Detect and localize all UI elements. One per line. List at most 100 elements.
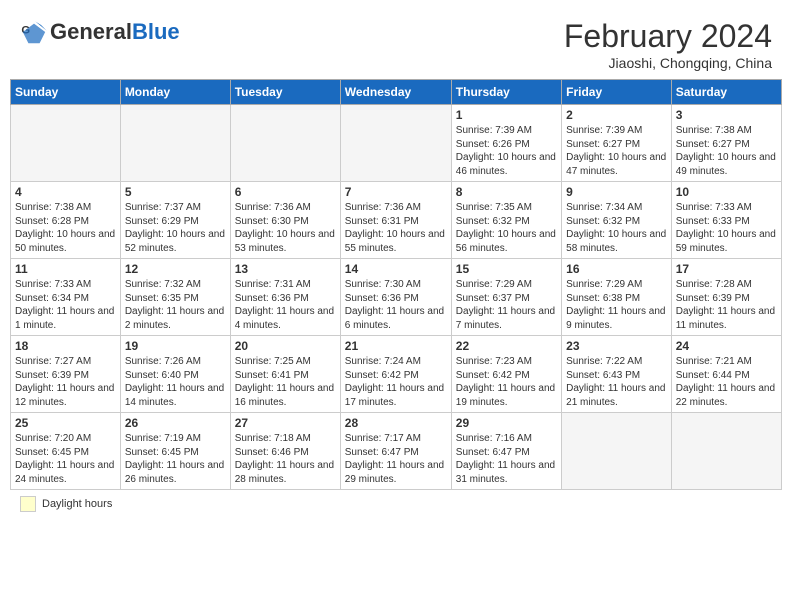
legend-label: Daylight hours — [42, 498, 112, 510]
calendar-cell: 9 Sunrise: 7:34 AM Sunset: 6:32 PM Daylig… — [562, 182, 672, 259]
calendar-cell: 8 Sunrise: 7:35 AM Sunset: 6:32 PM Daylig… — [451, 182, 561, 259]
day-number: 11 — [15, 262, 116, 276]
day-info: Sunrise: 7:37 AM Sunset: 6:29 PM Dayligh… — [125, 201, 226, 255]
calendar-cell: 10Sunrise: 7:33 AM Sunset: 6:33 PM Dayli… — [671, 182, 781, 259]
day-number: 19 — [125, 339, 226, 353]
calendar-cell — [11, 105, 121, 182]
calendar-cell: 17Sunrise: 7:28 AM Sunset: 6:39 PM Dayli… — [671, 259, 781, 336]
calendar-cell: 13 Sunrise: 7:31 AM Sunset: 6:36 PM Dayli… — [230, 259, 340, 336]
day-number: 15 — [456, 262, 557, 276]
day-number: 23 — [566, 339, 667, 353]
calendar-cell: 18 Sunrise: 7:27 AM Sunset: 6:39 PM Dayli… — [11, 336, 121, 413]
day-info: Sunrise: 7:29 AM Sunset: 6:37 PM Dayligh… — [456, 278, 557, 332]
day-number: 14 — [345, 262, 447, 276]
weekday-header-cell: Sunday — [11, 80, 121, 105]
calendar-row: 11 Sunrise: 7:33 AM Sunset: 6:34 PM Dayli… — [11, 259, 782, 336]
day-info: Sunrise: 7:22 AM Sunset: 6:43 PM Dayligh… — [566, 355, 667, 409]
day-info: Sunrise: 7:26 AM Sunset: 6:40 PM Dayligh… — [125, 355, 226, 409]
day-info: Sunrise: 7:29 AM Sunset: 6:38 PM Dayligh… — [566, 278, 667, 332]
title-area: February 2024 Jiaoshi, Chongqing, China — [564, 18, 772, 71]
calendar-cell — [120, 105, 230, 182]
day-info: Sunrise: 7:23 AM Sunset: 6:42 PM Dayligh… — [456, 355, 557, 409]
calendar-row: 18 Sunrise: 7:27 AM Sunset: 6:39 PM Dayli… — [11, 336, 782, 413]
calendar-cell: 23 Sunrise: 7:22 AM Sunset: 6:43 PM Dayli… — [562, 336, 672, 413]
day-number: 26 — [125, 416, 226, 430]
day-number: 27 — [235, 416, 336, 430]
calendar-cell: 16 Sunrise: 7:29 AM Sunset: 6:38 PM Dayli… — [562, 259, 672, 336]
day-info: Sunrise: 7:31 AM Sunset: 6:36 PM Dayligh… — [235, 278, 336, 332]
calendar-cell: 7 Sunrise: 7:36 AM Sunset: 6:31 PM Daylig… — [340, 182, 451, 259]
day-number: 4 — [15, 185, 116, 199]
day-number: 29 — [456, 416, 557, 430]
calendar-cell — [230, 105, 340, 182]
day-info: Sunrise: 7:36 AM Sunset: 6:31 PM Dayligh… — [345, 201, 447, 255]
weekday-header-cell: Tuesday — [230, 80, 340, 105]
legend-box — [20, 496, 36, 512]
day-number: 5 — [125, 185, 226, 199]
calendar-cell: 2 Sunrise: 7:39 AM Sunset: 6:27 PM Daylig… — [562, 105, 672, 182]
logo: G GeneralBlue — [20, 18, 180, 46]
day-number: 21 — [345, 339, 447, 353]
weekday-header-cell: Wednesday — [340, 80, 451, 105]
calendar-cell — [562, 413, 672, 490]
calendar-body: 1 Sunrise: 7:39 AM Sunset: 6:26 PM Daylig… — [11, 105, 782, 490]
logo-text: GeneralBlue — [50, 20, 180, 44]
calendar: SundayMondayTuesdayWednesdayThursdayFrid… — [10, 79, 782, 490]
day-info: Sunrise: 7:20 AM Sunset: 6:45 PM Dayligh… — [15, 432, 116, 486]
day-info: Sunrise: 7:32 AM Sunset: 6:35 PM Dayligh… — [125, 278, 226, 332]
weekday-header-cell: Thursday — [451, 80, 561, 105]
calendar-row: 25 Sunrise: 7:20 AM Sunset: 6:45 PM Dayli… — [11, 413, 782, 490]
day-info: Sunrise: 7:27 AM Sunset: 6:39 PM Dayligh… — [15, 355, 116, 409]
calendar-cell: 28Sunrise: 7:17 AM Sunset: 6:47 PM Dayli… — [340, 413, 451, 490]
calendar-cell — [671, 413, 781, 490]
day-info: Sunrise: 7:35 AM Sunset: 6:32 PM Dayligh… — [456, 201, 557, 255]
day-number: 12 — [125, 262, 226, 276]
day-info: Sunrise: 7:18 AM Sunset: 6:46 PM Dayligh… — [235, 432, 336, 486]
day-info: Sunrise: 7:25 AM Sunset: 6:41 PM Dayligh… — [235, 355, 336, 409]
day-info: Sunrise: 7:39 AM Sunset: 6:27 PM Dayligh… — [566, 124, 667, 178]
day-number: 9 — [566, 185, 667, 199]
day-info: Sunrise: 7:38 AM Sunset: 6:27 PM Dayligh… — [676, 124, 777, 178]
calendar-cell: 21 Sunrise: 7:24 AM Sunset: 6:42 PM Dayli… — [340, 336, 451, 413]
day-number: 8 — [456, 185, 557, 199]
day-number: 3 — [676, 108, 777, 122]
day-info: Sunrise: 7:36 AM Sunset: 6:30 PM Dayligh… — [235, 201, 336, 255]
day-info: Sunrise: 7:33 AM Sunset: 6:34 PM Dayligh… — [15, 278, 116, 332]
weekday-header-cell: Saturday — [671, 80, 781, 105]
weekday-header-cell: Friday — [562, 80, 672, 105]
calendar-cell: 6 Sunrise: 7:36 AM Sunset: 6:30 PM Daylig… — [230, 182, 340, 259]
day-number: 7 — [345, 185, 447, 199]
day-info: Sunrise: 7:38 AM Sunset: 6:28 PM Dayligh… — [15, 201, 116, 255]
day-number: 13 — [235, 262, 336, 276]
calendar-cell: 26Sunrise: 7:19 AM Sunset: 6:45 PM Dayli… — [120, 413, 230, 490]
calendar-cell: 19 Sunrise: 7:26 AM Sunset: 6:40 PM Dayli… — [120, 336, 230, 413]
weekday-header-row: SundayMondayTuesdayWednesdayThursdayFrid… — [11, 80, 782, 105]
day-number: 25 — [15, 416, 116, 430]
day-info: Sunrise: 7:39 AM Sunset: 6:26 PM Dayligh… — [456, 124, 557, 178]
day-info: Sunrise: 7:33 AM Sunset: 6:33 PM Dayligh… — [676, 201, 777, 255]
day-number: 1 — [456, 108, 557, 122]
day-number: 2 — [566, 108, 667, 122]
calendar-cell: 11 Sunrise: 7:33 AM Sunset: 6:34 PM Dayli… — [11, 259, 121, 336]
calendar-cell — [340, 105, 451, 182]
day-number: 16 — [566, 262, 667, 276]
logo-blue: Blue — [132, 19, 180, 44]
calendar-cell: 1 Sunrise: 7:39 AM Sunset: 6:26 PM Daylig… — [451, 105, 561, 182]
calendar-cell: 3 Sunrise: 7:38 AM Sunset: 6:27 PM Daylig… — [671, 105, 781, 182]
day-number: 18 — [15, 339, 116, 353]
day-info: Sunrise: 7:34 AM Sunset: 6:32 PM Dayligh… — [566, 201, 667, 255]
calendar-cell: 14Sunrise: 7:30 AM Sunset: 6:36 PM Dayli… — [340, 259, 451, 336]
calendar-cell: 15 Sunrise: 7:29 AM Sunset: 6:37 PM Dayli… — [451, 259, 561, 336]
location: Jiaoshi, Chongqing, China — [564, 55, 772, 71]
day-number: 20 — [235, 339, 336, 353]
calendar-row: 1 Sunrise: 7:39 AM Sunset: 6:26 PM Daylig… — [11, 105, 782, 182]
calendar-row: 4 Sunrise: 7:38 AM Sunset: 6:28 PM Daylig… — [11, 182, 782, 259]
day-info: Sunrise: 7:24 AM Sunset: 6:42 PM Dayligh… — [345, 355, 447, 409]
month-title: February 2024 — [564, 18, 772, 55]
day-number: 28 — [345, 416, 447, 430]
logo-general: General — [50, 19, 132, 44]
day-info: Sunrise: 7:21 AM Sunset: 6:44 PM Dayligh… — [676, 355, 777, 409]
logo-icon: G — [20, 18, 48, 46]
calendar-cell: 4 Sunrise: 7:38 AM Sunset: 6:28 PM Daylig… — [11, 182, 121, 259]
day-number: 6 — [235, 185, 336, 199]
